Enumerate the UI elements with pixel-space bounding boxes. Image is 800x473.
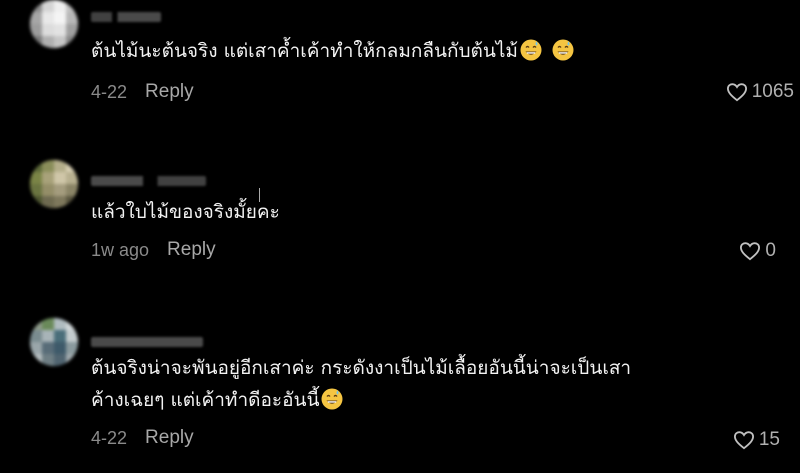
comment-date: 4-22 [91, 81, 128, 102]
like-button[interactable]: 0 [739, 240, 776, 262]
comment-meta: 4-22 Reply [91, 427, 194, 449]
comment-date: 4-22 [91, 427, 128, 448]
reply-button[interactable]: Reply [145, 427, 194, 449]
comment-meta: 4-22 Reply [91, 81, 194, 103]
comment-date: 1w ago [91, 239, 150, 260]
comment-text: ต้นไม้นะต้นจริง แต่เสาค้ำเค้าทำให้กลมกลื… [91, 35, 574, 67]
heart-outline-icon [726, 82, 748, 102]
comment-text: แล้วใบไม้ของจริงมั้ยคะ [91, 196, 280, 228]
reply-button[interactable]: Reply [167, 239, 216, 261]
username-blurred[interactable] [91, 12, 161, 22]
heart-outline-icon [739, 241, 761, 261]
like-button[interactable]: 1065 [726, 81, 794, 103]
heart-outline-icon [733, 430, 755, 450]
grinning-sweat-emoji-icon [520, 39, 542, 61]
avatar[interactable] [30, 0, 78, 48]
grinning-sweat-emoji-icon [552, 39, 574, 61]
username-blurred[interactable] [91, 337, 203, 347]
avatar[interactable] [30, 160, 78, 208]
grinning-sweat-emoji-icon [321, 388, 343, 410]
reply-button[interactable]: Reply [145, 81, 194, 103]
username-blurred[interactable] [91, 176, 206, 186]
comment-text-line: ต้นไม้นะต้นจริง แต่เสาค้ำเค้าทำให้กลมกลื… [91, 40, 518, 62]
comment-text-line: ค้างเฉยๆ แต่เค้าทำดีอะอันนี้ [91, 389, 320, 411]
like-button[interactable]: 15 [733, 429, 780, 451]
like-count: 0 [765, 240, 776, 261]
like-count: 1065 [751, 81, 794, 102]
comment-meta: 1w ago Reply [91, 239, 216, 261]
like-count: 15 [758, 429, 780, 450]
avatar[interactable] [30, 318, 78, 366]
comment-text: ต้นจริงน่าจะพันอยู่อีกเสาค่ะ กระดังงาเป็… [91, 352, 631, 384]
comment-text: ค้างเฉยๆ แต่เค้าทำดีอะอันนี้ [91, 384, 343, 416]
comment-text-line: ต้นจริงน่าจะพันอยู่อีกเสาค่ะ กระดังงาเป็… [91, 357, 632, 379]
comment-text-line: แล้วใบไม้ของจริงมั้ยคะ [91, 201, 280, 223]
